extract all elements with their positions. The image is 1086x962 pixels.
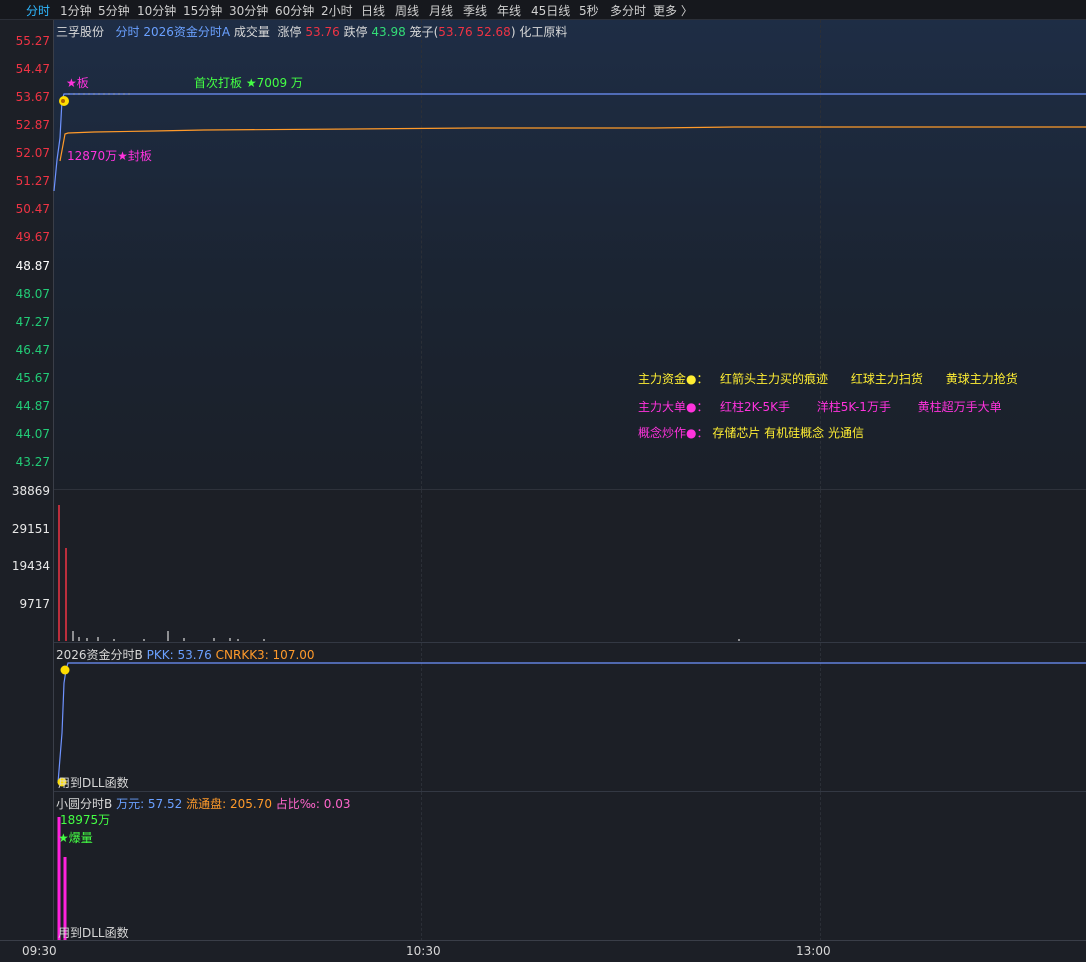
period-tab-fenshi[interactable]: 分时 bbox=[26, 2, 50, 19]
price-tick: 46.47 bbox=[15, 343, 50, 357]
legend-title: 概念炒作●： bbox=[638, 426, 709, 440]
price-tick-preclose: 48.87 bbox=[15, 259, 50, 273]
signal-marker bbox=[60, 665, 70, 675]
panel-c-footer: 用到DLL函数 bbox=[58, 926, 129, 940]
period-tab-10min[interactable]: 10分钟 bbox=[137, 2, 176, 19]
period-tab-60min[interactable]: 60分钟 bbox=[275, 2, 314, 19]
period-tab-season[interactable]: 季线 bbox=[463, 2, 487, 19]
legend-row-concept: 概念炒作●： 存储芯片 有机硅概念 光通信 bbox=[638, 424, 864, 441]
amount-label: 18975万 bbox=[60, 813, 111, 827]
legend-item: 黄球主力抢货 bbox=[945, 372, 1018, 386]
legend-item: 红柱2K-5K手 bbox=[719, 400, 791, 414]
legend-row-bigorder: 主力大单●： 红柱2K-5K手 洋柱5K-1万手 黄柱超万手大单 bbox=[638, 398, 1002, 415]
board-star-label: ★板 bbox=[66, 76, 89, 90]
volume-tick: 29151 bbox=[11, 522, 50, 536]
legend-item: 红箭头主力买的痕迹 bbox=[719, 372, 828, 386]
burst-label: ★爆量 bbox=[58, 831, 93, 845]
indicator-panel-c[interactable]: 小圆分时B 万元: 57.52 流通盘: 205.70 占比‰: 0.03 18… bbox=[54, 791, 1086, 941]
time-axis: 09:30 10:30 13:00 bbox=[0, 940, 1086, 962]
period-tab-multi[interactable]: 多分时 bbox=[610, 2, 646, 19]
legend-item: 洋柱5K-1万手 bbox=[816, 400, 891, 414]
price-tick: 55.27 bbox=[15, 34, 50, 48]
price-tick: 43.27 bbox=[15, 455, 50, 469]
period-tab-more[interactable]: 更多 〉 bbox=[653, 2, 693, 19]
legend-title: 主力资金●： bbox=[638, 372, 709, 386]
period-tab-1min[interactable]: 1分钟 bbox=[60, 2, 92, 19]
period-toolbar: 分时 1分钟 5分钟 10分钟 15分钟 30分钟 60分钟 2小时 日线 周线… bbox=[0, 0, 1086, 20]
concept-list: 存储芯片 有机硅概念 光通信 bbox=[712, 426, 864, 440]
price-tick: 50.47 bbox=[15, 202, 50, 216]
price-tick: 53.67 bbox=[15, 90, 50, 104]
price-tick: 48.07 bbox=[15, 287, 50, 301]
pkk-line bbox=[57, 662, 1086, 784]
price-tick: 54.47 bbox=[15, 62, 50, 76]
period-tab-5sec[interactable]: 5秒 bbox=[579, 2, 599, 19]
panel-c-bars bbox=[57, 817, 67, 941]
volume-chart[interactable] bbox=[54, 489, 1086, 641]
period-tab-week[interactable]: 周线 bbox=[395, 2, 419, 19]
price-line bbox=[53, 93, 1086, 192]
price-tick: 52.87 bbox=[15, 118, 50, 132]
price-tick: 44.07 bbox=[15, 427, 50, 441]
price-tick: 44.87 bbox=[15, 399, 50, 413]
period-tab-day[interactable]: 日线 bbox=[361, 2, 385, 19]
volume-tick: 38869 bbox=[11, 484, 50, 498]
legend-row-capital: 主力资金●： 红箭头主力买的痕迹 红球主力扫货 黄球主力抢货 bbox=[638, 370, 1018, 387]
price-tick: 51.27 bbox=[15, 174, 50, 188]
panel-b-lines bbox=[57, 662, 1086, 787]
price-tick: 47.27 bbox=[15, 315, 50, 329]
avg-price-line bbox=[59, 126, 1086, 162]
panel-b-footer: 用到DLL函数 bbox=[58, 776, 129, 790]
seal-label: 12870万★封板 bbox=[67, 149, 152, 163]
time-tick: 09:30 bbox=[22, 944, 57, 958]
legend-item: 黄柱超万手大单 bbox=[917, 400, 1002, 414]
time-tick: 13:00 bbox=[796, 944, 831, 958]
indicator-panel-b[interactable]: 2026资金分时B PKK: 53.76 CNRKK3: 107.00 用到DL… bbox=[54, 642, 1086, 791]
price-chart[interactable]: 三孚股份 分时 2026资金分时A 成交量 涨停 53.76 跌停 43.98 … bbox=[53, 20, 1086, 489]
price-tick: 49.67 bbox=[15, 230, 50, 244]
period-tab-2h[interactable]: 2小时 bbox=[321, 2, 353, 19]
period-tab-5min[interactable]: 5分钟 bbox=[98, 2, 130, 19]
period-tab-30min[interactable]: 30分钟 bbox=[229, 2, 268, 19]
time-tick: 10:30 bbox=[406, 944, 441, 958]
price-tick: 45.67 bbox=[15, 371, 50, 385]
volume-bars bbox=[58, 505, 740, 641]
period-tab-year[interactable]: 年线 bbox=[497, 2, 521, 19]
volume-tick: 9717 bbox=[19, 597, 50, 611]
y-axis: 55.27 54.47 53.67 52.87 52.07 51.27 50.4… bbox=[0, 20, 54, 940]
period-tab-15min[interactable]: 15分钟 bbox=[183, 2, 222, 19]
volume-tick: 19434 bbox=[11, 559, 50, 573]
period-tab-45day[interactable]: 45日线 bbox=[531, 2, 570, 19]
legend-item: 红球主力扫货 bbox=[850, 372, 923, 386]
price-tick: 52.07 bbox=[15, 146, 50, 160]
first-limit-label: 首次打板 ★7009 万 bbox=[194, 76, 303, 90]
legend-title: 主力大单●： bbox=[638, 400, 709, 414]
period-tab-month[interactable]: 月线 bbox=[429, 2, 453, 19]
